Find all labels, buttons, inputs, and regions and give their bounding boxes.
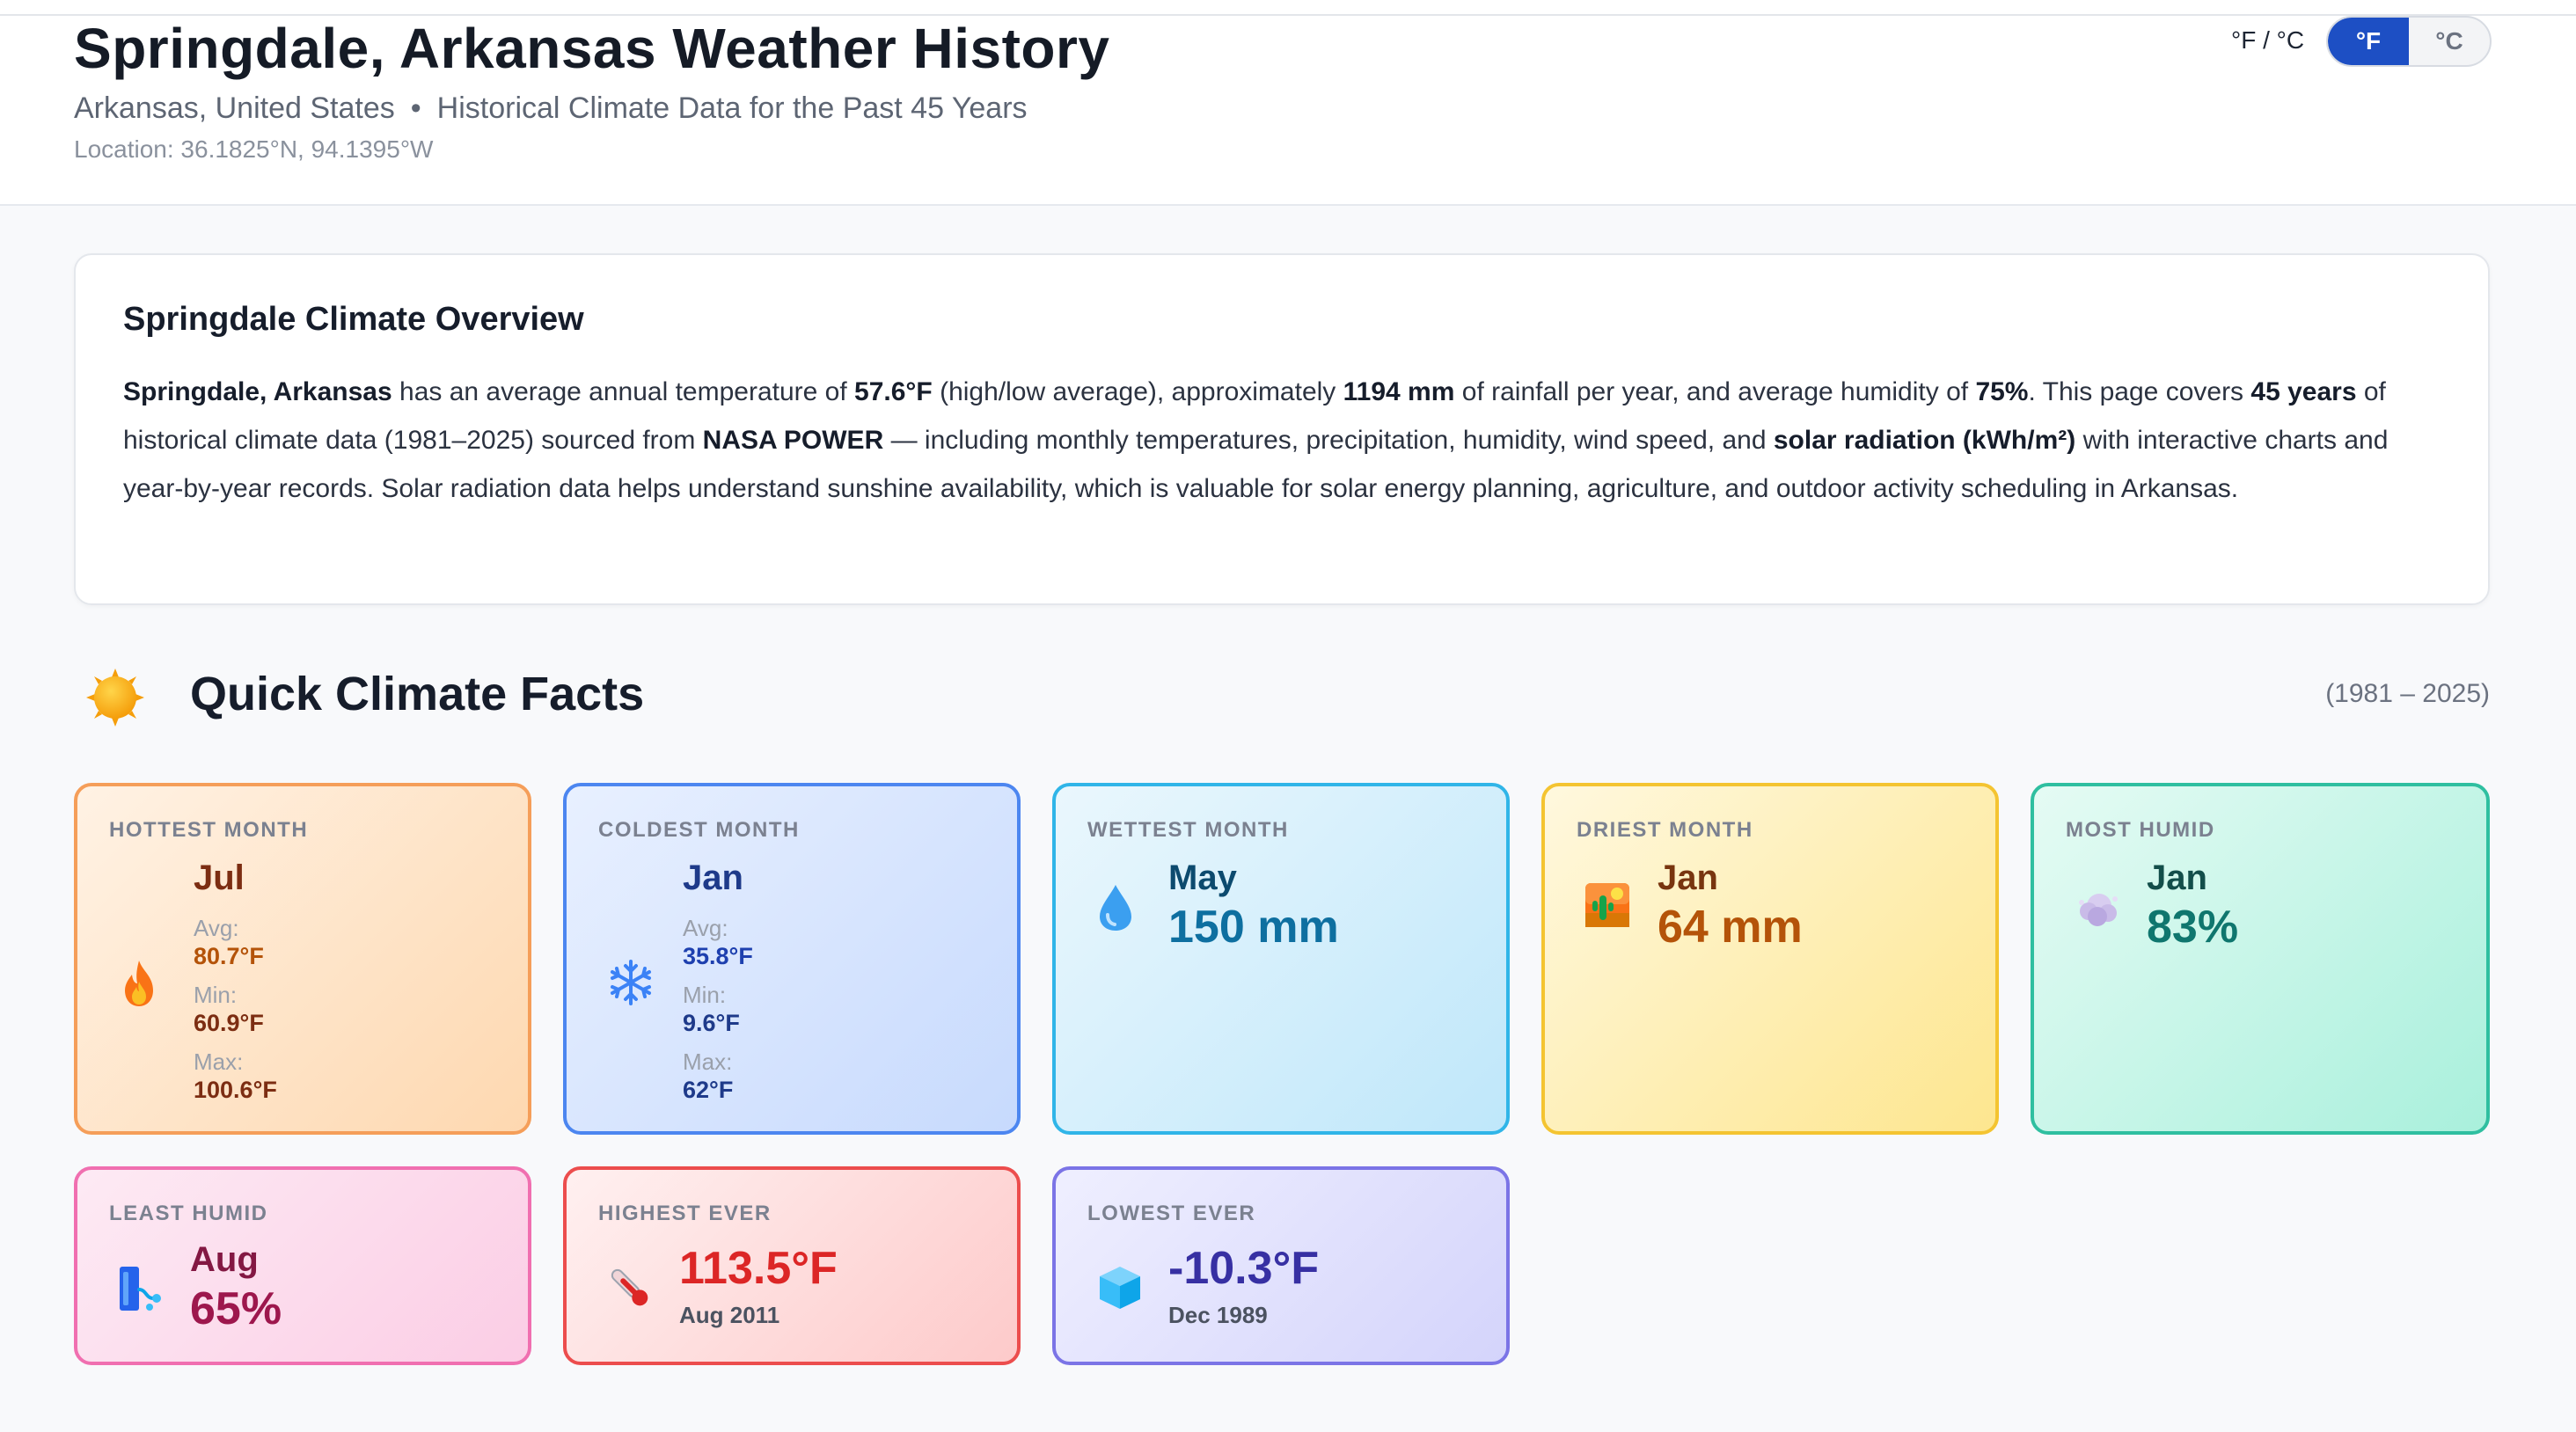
- card-label: LOWEST EVER: [1087, 1202, 1256, 1225]
- ice-cube-icon: [1100, 1267, 1140, 1309]
- quick-facts-header: Quick Climate Facts (1981 – 2025): [74, 654, 2490, 739]
- thermometer-icon: [611, 1268, 648, 1306]
- overview-text: of rainfall per year, and average humidi…: [1454, 377, 1976, 406]
- location-coordinates: Location: 36.1825°N, 94.1395°W: [74, 135, 434, 163]
- most-humid-month-name: Jan: [2147, 858, 2207, 897]
- hottest-month-name: Jul: [194, 858, 245, 897]
- card-label: COLDEST MONTH: [598, 818, 800, 842]
- overview-avg-temp: 57.6°F: [854, 377, 933, 406]
- coldest-month-card: COLDEST MONTH Jan Avg: 35.8°F Min: 9.6°F…: [563, 783, 1021, 1135]
- avg-label: Avg:: [194, 915, 239, 941]
- cloud-icon: [2079, 894, 2118, 926]
- lowest-ever-date: Dec 1989: [1168, 1302, 1268, 1328]
- driest-month-name: Jan: [1658, 858, 1718, 897]
- max-label: Max:: [194, 1048, 244, 1075]
- least-humid-month-name: Aug: [190, 1240, 259, 1279]
- page-header: Springdale, Arkansas Weather History Ark…: [0, 16, 2576, 206]
- fire-icon: [125, 961, 153, 1006]
- wettest-month-card: WETTEST MONTH May 150 mm: [1052, 783, 1510, 1135]
- card-label: LEAST HUMID: [109, 1202, 268, 1225]
- overview-text: has an average annual temperature of: [392, 377, 855, 406]
- overview-source: NASA POWER: [702, 426, 884, 455]
- unit-toggle: °F °C: [2326, 16, 2492, 67]
- least-humid-value: 65%: [190, 1283, 282, 1334]
- overview-paragraph: Springdale, Arkansas has an average annu…: [123, 368, 2446, 513]
- card-label: MOST HUMID: [2066, 818, 2215, 842]
- overview-text: (high/low average), approximately: [932, 377, 1343, 406]
- climate-overview-card: Springdale Climate Overview Springdale, …: [74, 253, 2490, 605]
- droplet-icon: [1100, 885, 1131, 931]
- max-label: Max:: [683, 1048, 733, 1075]
- coldest-avg-value: 35.8°F: [683, 943, 753, 969]
- avg-label: Avg:: [683, 915, 728, 941]
- card-label: DRIEST MONTH: [1577, 818, 1753, 842]
- quick-facts-title: Quick Climate Facts: [190, 668, 645, 720]
- hottest-max-value: 100.6°F: [194, 1077, 277, 1103]
- quick-facts-range: (1981 – 2025): [2325, 679, 2490, 708]
- least-humid-card: LEAST HUMID Aug 65%: [74, 1166, 531, 1365]
- fahrenheit-button[interactable]: °F: [2328, 18, 2409, 65]
- snowflake-icon: [611, 960, 651, 1005]
- overview-humidity: 75%: [1975, 377, 2029, 406]
- browser-top-border: [0, 0, 2576, 16]
- page-title: Springdale, Arkansas Weather History: [74, 17, 1110, 80]
- unit-label: °F / °C: [2231, 26, 2305, 54]
- overview-years: 45 years: [2250, 377, 2357, 406]
- overview-text: — including monthly temperatures, precip…: [883, 426, 1774, 455]
- card-label: HIGHEST EVER: [598, 1202, 772, 1225]
- lowest-ever-card: LOWEST EVER -10.3°F Dec 1989: [1052, 1166, 1510, 1365]
- wettest-month-name: May: [1168, 858, 1237, 897]
- highest-ever-value: 113.5°F: [679, 1243, 838, 1294]
- separator-dot: •: [410, 91, 421, 125]
- min-label: Min:: [194, 982, 238, 1008]
- driest-value: 64 mm: [1658, 902, 1803, 953]
- card-label: WETTEST MONTH: [1087, 818, 1289, 842]
- region-text: Arkansas, United States: [74, 91, 395, 125]
- overview-solar: solar radiation (kWh/m²): [1773, 426, 2076, 455]
- coldest-max-value: 62°F: [683, 1077, 734, 1103]
- min-label: Min:: [683, 982, 727, 1008]
- coldest-min-value: 9.6°F: [683, 1010, 740, 1036]
- hottest-avg-value: 80.7°F: [194, 943, 264, 969]
- driest-month-card: DRIEST MONTH Jan 64 mm: [1541, 783, 1999, 1135]
- wettest-value: 150 mm: [1168, 902, 1339, 953]
- most-humid-value: 83%: [2147, 902, 2239, 953]
- celsius-button[interactable]: °C: [2409, 18, 2490, 65]
- overview-city: Springdale, Arkansas: [123, 377, 392, 406]
- page-subtitle: Arkansas, United States • Historical Clima…: [74, 91, 1028, 126]
- highest-ever-card: HIGHEST EVER 113.5°F Aug 2011: [563, 1166, 1021, 1365]
- sun-icon: [86, 669, 144, 727]
- highest-ever-date: Aug 2011: [679, 1302, 780, 1328]
- overview-rainfall: 1194 mm: [1343, 377, 1455, 406]
- tagline-text: Historical Climate Data for the Past 45 …: [436, 91, 1028, 125]
- desert-icon: [1585, 883, 1629, 927]
- overview-text: . This page covers: [2028, 377, 2251, 406]
- hottest-month-card: HOTTEST MONTH Jul Avg: 80.7°F Min: 60.9°…: [74, 783, 531, 1135]
- coldest-month-name: Jan: [683, 858, 743, 897]
- hottest-min-value: 60.9°F: [194, 1010, 264, 1036]
- card-label: HOTTEST MONTH: [109, 818, 309, 842]
- lowest-ever-value: -10.3°F: [1168, 1243, 1320, 1294]
- dry-air-icon: [120, 1267, 161, 1311]
- overview-heading: Springdale Climate Overview: [123, 301, 584, 338]
- most-humid-card: MOST HUMID Jan 83%: [2031, 783, 2490, 1135]
